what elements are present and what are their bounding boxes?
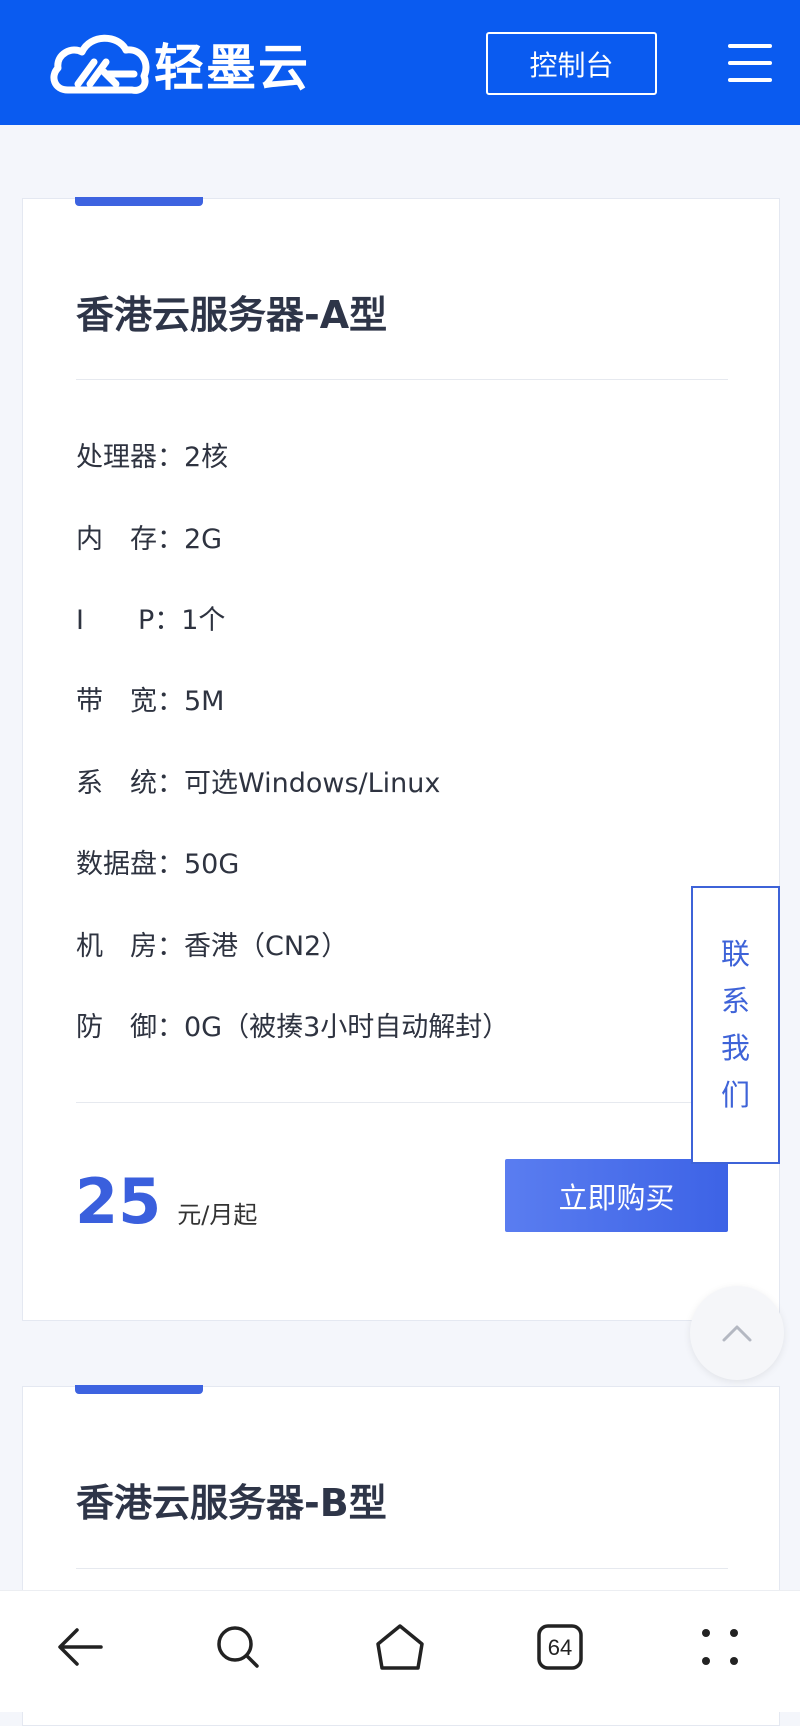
contact-char: 们 <box>720 1078 750 1112</box>
cloud-logo-icon <box>50 34 150 94</box>
spec-data-disk: 数据盘：50G <box>76 849 240 880</box>
spec-defense: 防 御：0G（被揍3小时自动解封） <box>76 1012 510 1043</box>
logo[interactable]: 轻墨云 <box>48 28 310 100</box>
buy-now-button[interactable]: 立即购买 <box>505 1159 728 1232</box>
top-header: 轻墨云 控制台 <box>0 0 800 125</box>
home-icon[interactable] <box>370 1617 430 1677</box>
price: 25 元/月起 <box>75 1165 257 1238</box>
card-accent-bar <box>75 197 203 206</box>
card-accent-bar <box>75 1385 203 1394</box>
divider <box>76 1568 728 1569</box>
spec-memory: 内 存：2G <box>76 524 223 555</box>
console-button[interactable]: 控制台 <box>486 32 657 95</box>
contact-char: 系 <box>720 984 750 1018</box>
tab-count: 64 <box>548 1635 572 1660</box>
divider <box>76 379 728 380</box>
search-icon[interactable] <box>208 1617 268 1677</box>
tabs-icon[interactable]: 64 <box>530 1617 590 1677</box>
logo-text: 轻墨云 <box>154 39 310 97</box>
browser-bottom-bar: 64 <box>0 1590 800 1712</box>
back-arrow-icon[interactable] <box>50 1617 110 1677</box>
card-title: 香港云服务器-A型 <box>76 293 388 337</box>
contact-char: 联 <box>720 937 750 971</box>
contact-us-button[interactable]: 联 系 我 们 <box>691 886 780 1164</box>
hamburger-menu-icon[interactable] <box>728 44 772 82</box>
spec-bandwidth: 带 宽：5M <box>76 686 225 717</box>
spec-cpu: 处理器：2核 <box>76 442 229 473</box>
more-dots-icon[interactable] <box>690 1617 750 1677</box>
spec-datacenter: 机 房：香港（CN2） <box>76 931 349 962</box>
card-title: 香港云服务器-B型 <box>76 1481 387 1525</box>
back-to-top-button[interactable] <box>690 1286 784 1380</box>
divider <box>76 1102 728 1103</box>
contact-char: 我 <box>720 1031 750 1065</box>
chevron-up-icon <box>722 1325 752 1342</box>
spec-system: 系 统：可选Windows/Linux <box>76 768 441 799</box>
product-card-a: 香港云服务器-A型 处理器：2核 内 存：2G I P：1个 带 宽：5M 系 … <box>22 197 780 1321</box>
spec-ip: I P：1个 <box>76 605 226 636</box>
price-unit: 元/月起 <box>177 1201 258 1229</box>
price-value: 25 <box>75 1165 162 1238</box>
